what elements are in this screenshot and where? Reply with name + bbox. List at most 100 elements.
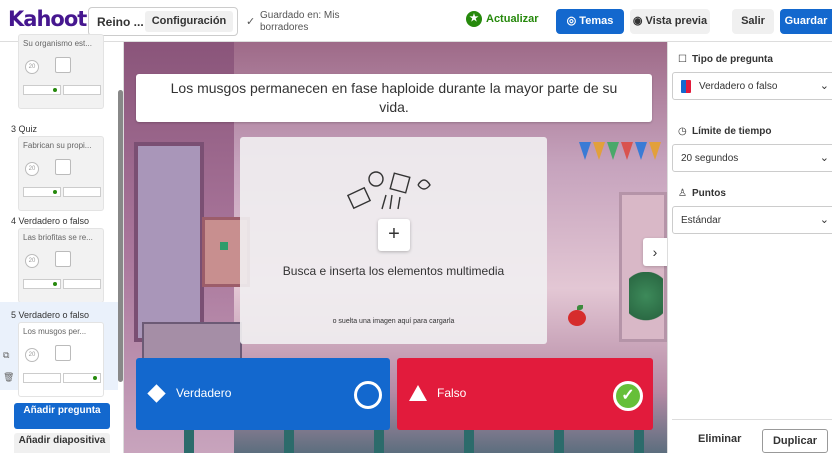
background-desk (142, 322, 242, 362)
add-media-button[interactable]: + (378, 219, 410, 251)
answer-preview (63, 85, 101, 95)
settings-button[interactable]: Configuración (145, 11, 233, 32)
exit-button[interactable]: Salir (732, 9, 774, 34)
kahoot-title-box[interactable]: Reino ... Configuración (88, 7, 238, 36)
slide-thumbnail[interactable]: Las briofitas se re... 20 (18, 228, 104, 303)
image-placeholder-icon (55, 345, 71, 361)
bunting-flags (579, 142, 667, 182)
slide-label: 3 Quiz (11, 124, 38, 134)
correct-dot (93, 376, 97, 380)
themes-label: Temas (579, 15, 614, 27)
desk-leg (374, 430, 384, 453)
question-input[interactable]: Los musgos permanecen en fase haploide d… (136, 74, 652, 122)
points-select[interactable]: Estándar ⌄ (672, 206, 832, 234)
points-heading-text: Puntos (692, 188, 726, 199)
slide-question-preview: Las briofitas se re... (23, 233, 93, 242)
preview-button[interactable]: ◉ Vista previa (630, 9, 710, 34)
desk-leg (184, 430, 194, 453)
question-type-icon: ☐ (678, 54, 687, 65)
image-placeholder-icon (55, 57, 71, 73)
media-illustration-icon (346, 171, 431, 210)
slide-question-preview: Los musgos per... (23, 327, 87, 336)
preview-label: Vista previa (645, 15, 708, 27)
flag (649, 142, 661, 160)
slide-thumbnail[interactable]: Su organismo est... 20 (18, 34, 104, 109)
palette-icon: ◎ (566, 15, 580, 27)
kahoot-title: Reino ... (97, 15, 144, 29)
background-note (220, 242, 228, 250)
answer-false[interactable]: Falso ✓ (397, 358, 653, 430)
add-question-button[interactable]: Añadir pregunta (14, 403, 110, 429)
kahoot-logo[interactable]: Kahoot! (8, 7, 96, 31)
check-icon: ✓ (246, 16, 256, 28)
answer-label: Falso (437, 386, 467, 400)
duplicate-icon[interactable]: ⧉ (3, 350, 9, 361)
desk-leg (634, 430, 644, 453)
save-button[interactable]: Guardar (780, 9, 832, 34)
add-slide-button[interactable]: Añadir diapositiva (14, 433, 110, 453)
desk-leg (464, 430, 474, 453)
question-text: Los musgos permanecen en fase haploide d… (170, 80, 618, 115)
background-window (134, 142, 204, 342)
clock-icon: ◷ (678, 126, 687, 137)
slide-thumbnail[interactable]: Fabrican su propi... 20 (18, 136, 104, 211)
time-limit-select[interactable]: 20 segundos ⌄ (672, 144, 832, 172)
question-type-select[interactable]: Verdadero o falso ⌄ (672, 72, 832, 100)
eye-icon: ◉ (632, 15, 646, 27)
saved-status-text: Guardado en: Mis borradores (260, 10, 340, 33)
duplicate-button[interactable]: Duplicar (762, 429, 828, 453)
chevron-down-icon: ⌄ (819, 152, 829, 164)
update-label: Actualizar (486, 12, 539, 25)
slide-thumbnail[interactable]: Los musgos per... 20 (18, 322, 104, 397)
slides-sidebar: Su organismo est... 20 3 Quiz Fabrican s… (0, 34, 124, 453)
delete-button[interactable]: Eliminar (698, 433, 741, 445)
points-value: Estándar (681, 215, 722, 226)
slide-item[interactable]: 4 Verdadero o falso Las briofitas se re.… (0, 212, 118, 303)
answer-label: Verdadero (176, 386, 232, 400)
award-icon: ♙ (678, 188, 687, 199)
slide-question-preview: Su organismo est... (23, 39, 92, 48)
themes-button[interactable]: ◎ Temas (556, 9, 624, 34)
time-limit-heading: ◷ Límite de tiempo (678, 126, 771, 137)
triangle-icon (409, 385, 427, 401)
settings-panel: ☐ Tipo de pregunta Verdadero o falso ⌄ ◷ L… (667, 42, 832, 453)
slide-label: 4 Verdadero o falso (11, 216, 90, 226)
slide-item[interactable]: Su organismo est... 20 (0, 34, 118, 110)
correct-dot (53, 190, 57, 194)
chevron-down-icon: ⌄ (819, 214, 829, 226)
correct-check-icon[interactable]: ✓ (613, 381, 643, 411)
scrollbar[interactable] (118, 90, 123, 382)
collapse-panel-button[interactable]: › (643, 238, 667, 266)
apple-decoration (568, 310, 586, 326)
slide-timer: 20 (25, 254, 39, 268)
divider (672, 419, 832, 420)
question-type-value: Verdadero o falso (699, 81, 778, 92)
time-limit-value: 20 segundos (681, 153, 739, 164)
desk-leg (554, 430, 564, 453)
slide-item[interactable]: 3 Quiz Fabrican su propi... 20 (0, 120, 118, 211)
flag (607, 142, 619, 160)
correct-dot (53, 88, 57, 92)
slide-item-selected[interactable]: 5 Verdadero o falso Los musgos per... 20… (0, 302, 118, 397)
background-desk-legs (124, 430, 667, 453)
media-dropzone[interactable]: + Busca e inserta los elementos multimed… (240, 137, 547, 344)
flag (593, 142, 605, 160)
true-false-icon (681, 80, 691, 93)
top-bar: Kahoot! Reino ... Configuración ✓ Guarda… (0, 0, 832, 42)
trash-icon[interactable]: 🗑 (3, 372, 14, 383)
background-plant (629, 272, 663, 332)
diamond-icon (147, 384, 166, 403)
answer-true[interactable]: Verdadero (136, 358, 390, 430)
answer-preview (63, 187, 101, 197)
flag (621, 142, 633, 160)
points-heading: ♙ Puntos (678, 188, 726, 199)
image-placeholder-icon (55, 251, 71, 267)
update-button[interactable]: ★ Actualizar (466, 11, 539, 31)
question-type-heading-text: Tipo de pregunta (692, 54, 773, 65)
question-canvas: Los musgos permanecen en fase haploide d… (124, 42, 667, 453)
mark-correct-toggle[interactable] (354, 381, 382, 409)
slide-label: 5 Verdadero o falso (11, 310, 90, 320)
apple-leaf (577, 305, 583, 310)
answer-preview (23, 373, 61, 383)
media-drop-hint: o suelta una imagen aquí para cargarla (332, 318, 455, 325)
